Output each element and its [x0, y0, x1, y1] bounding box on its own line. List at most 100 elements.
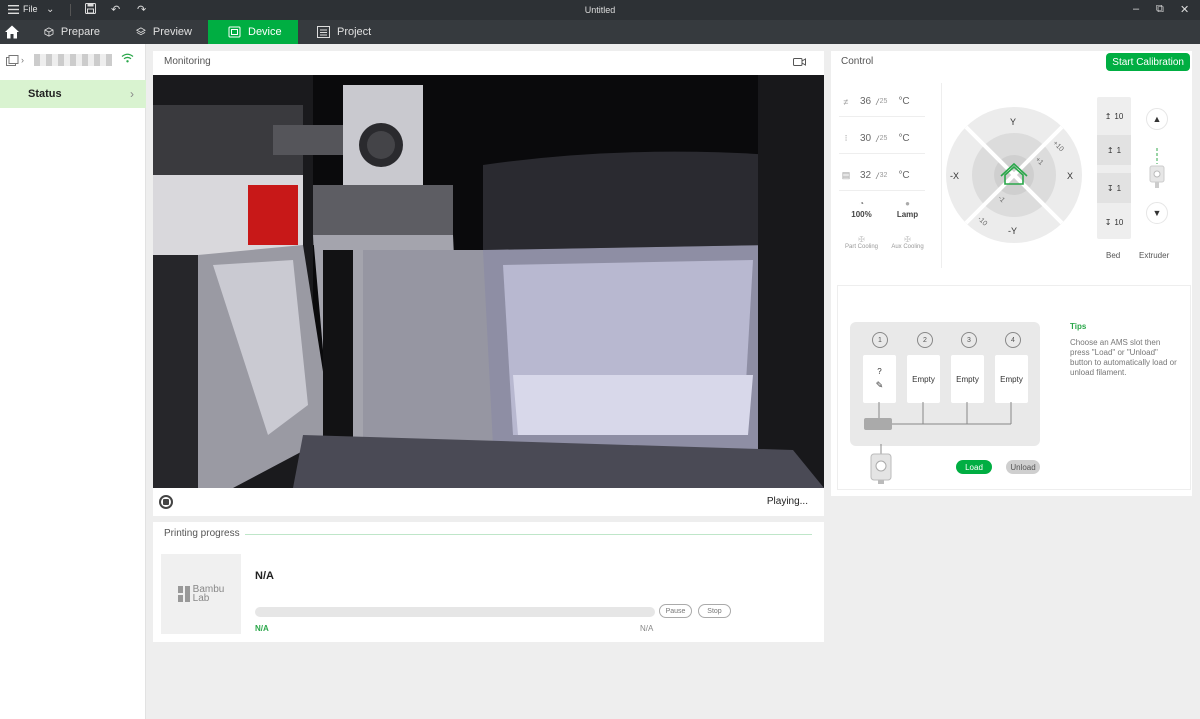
- start-calibration-button[interactable]: Start Calibration: [1106, 53, 1190, 71]
- tips-text: Choose an AMS slot then press "Load" or …: [1070, 338, 1177, 377]
- project-doc-icon: [317, 26, 330, 38]
- temp-slash: /: [876, 96, 879, 107]
- xy-jog-pad[interactable]: [946, 107, 1082, 243]
- home-icon[interactable]: [4, 24, 20, 40]
- device-name-redacted: [34, 54, 112, 66]
- lamp-icon: ●: [905, 199, 910, 208]
- fan-icon: ✠: [858, 235, 865, 244]
- speed-button[interactable]: ◔ 100%: [839, 199, 884, 219]
- restore-icon[interactable]: ⧉: [1156, 3, 1164, 16]
- temp-unit: °C: [898, 133, 910, 144]
- jog-x-plus[interactable]: X: [1067, 171, 1073, 181]
- control-panel: Control Start Calibration ≠ 36 / 25 °C ⁝…: [831, 51, 1192, 496]
- ams-unit: 1 2 3 4 ? ✎ Empty Empty Empty: [850, 322, 1040, 446]
- extruder-up-button[interactable]: ▲: [1146, 108, 1168, 130]
- unload-button[interactable]: Unload: [1006, 460, 1040, 474]
- arrow-up-icon: ↥: [1106, 145, 1114, 155]
- speedometer-icon: ◔: [859, 199, 864, 208]
- temp-current: 32: [860, 170, 872, 181]
- slot-number-2: 2: [917, 332, 933, 348]
- chamber-temp-row[interactable]: ▤ 32 / 32 °C: [839, 161, 925, 191]
- device-icon: [228, 26, 241, 38]
- bed-step-label: 1: [1116, 183, 1122, 193]
- tab-project[interactable]: Project: [307, 20, 387, 44]
- arrow-down-icon: ↧: [1104, 217, 1112, 227]
- bambu-logo-mark: [177, 586, 190, 602]
- bed-step-label: 10: [1114, 217, 1124, 227]
- temp-target: 25: [879, 135, 888, 142]
- temp-current: 36: [860, 96, 872, 107]
- bed-down-10-button[interactable]: ↧ 10: [1097, 207, 1131, 237]
- ams-slot-2[interactable]: Empty: [907, 355, 940, 403]
- bed-step-label: 10: [1114, 111, 1124, 121]
- fan-icon: ✠: [904, 235, 911, 244]
- logo-text-line: Lab: [192, 593, 210, 604]
- ams-slot-1[interactable]: ? ✎: [863, 355, 896, 403]
- filament-path: [864, 402, 1012, 430]
- jog-x-minus[interactable]: -X: [950, 171, 959, 181]
- temperature-panel: ≠ 36 / 25 °C ⁝ 30 / 25 °C ▤ 32 / 32 °C ◔…: [839, 83, 929, 273]
- tab-label: Device: [248, 26, 282, 38]
- chevron-right-icon: ›: [130, 87, 134, 101]
- bed-down-1-button[interactable]: ↧ 1: [1097, 173, 1131, 203]
- aux-cooling-label: Aux Cooling: [891, 244, 924, 250]
- monitoring-panel: Monitoring Playing...: [153, 51, 824, 516]
- edit-icon: ✎: [875, 380, 884, 390]
- progress-title: Printing progress: [164, 528, 240, 539]
- heatbed-icon: ⁝: [844, 133, 848, 143]
- layers-icon: [136, 27, 146, 36]
- close-icon[interactable]: ✕: [1180, 3, 1189, 16]
- video-controls: Playing...: [153, 488, 824, 516]
- jog-y-plus[interactable]: Y: [1010, 117, 1016, 127]
- toolhead-icon: [870, 444, 892, 484]
- stop-button[interactable]: Stop: [698, 604, 731, 618]
- sidebar-item-status[interactable]: Status ›: [0, 80, 146, 108]
- aux-cooling-fan[interactable]: ✠ Aux Cooling: [885, 235, 930, 250]
- ams-panel: 1 2 3 4 ? ✎ Empty Empty Empty Tips Choos…: [837, 285, 1191, 490]
- bed-z-controls: ↥ 10 ↥ 1 ↧ 1 ↧ 10: [1097, 97, 1131, 239]
- tab-device[interactable]: Device: [208, 20, 298, 44]
- triangle-down-icon: ▼: [1152, 208, 1162, 218]
- ams-slot-4[interactable]: Empty: [995, 355, 1028, 403]
- device-selector[interactable]: ›: [6, 52, 140, 68]
- camera-icon[interactable]: [793, 57, 806, 67]
- slot-number-3: 3: [961, 332, 977, 348]
- bed-up-10-button[interactable]: ↥ 10: [1097, 101, 1131, 131]
- title-bar: File ⌄ ↶ ↷ Untitled – ⧉ ✕: [0, 0, 1200, 20]
- pause-button[interactable]: Pause: [659, 604, 692, 618]
- progress-bar: [255, 607, 655, 617]
- bambu-lab-logo: Bambu Lab: [177, 585, 224, 604]
- slot-label: ?: [877, 367, 882, 376]
- arrow-down-icon: ↧: [1106, 183, 1114, 193]
- main-tab-bar: Prepare Preview Device Project: [0, 20, 1200, 44]
- temp-current: 30: [860, 133, 872, 144]
- tab-preview[interactable]: Preview: [126, 20, 202, 44]
- tab-label: Preview: [152, 26, 192, 38]
- bed-up-1-button[interactable]: ↥ 1: [1097, 135, 1131, 165]
- jog-y-minus[interactable]: -Y: [1008, 226, 1017, 236]
- progress-percent: N/A: [255, 624, 269, 633]
- temp-slash: /: [876, 170, 879, 181]
- tab-label: Project: [337, 26, 372, 38]
- lamp-label: Lamp: [896, 210, 919, 219]
- bed-temp-row[interactable]: ⁝ 30 / 25 °C: [839, 124, 925, 154]
- tips-title: Tips: [1070, 322, 1087, 331]
- load-button[interactable]: Load: [956, 460, 992, 474]
- speed-value: 100%: [851, 210, 872, 219]
- bed-step-label: 1: [1116, 145, 1122, 155]
- stop-stream-button[interactable]: [159, 495, 173, 509]
- ams-slot-3[interactable]: Empty: [951, 355, 984, 403]
- lamp-button[interactable]: ● Lamp: [885, 199, 930, 219]
- monitoring-title: Monitoring: [164, 56, 211, 67]
- remaining-time: N/A: [640, 624, 654, 633]
- temp-slash: /: [876, 133, 879, 144]
- nozzle-temp-row[interactable]: ≠ 36 / 25 °C: [839, 87, 925, 117]
- print-thumbnail: Bambu Lab: [161, 554, 241, 634]
- minimize-icon[interactable]: –: [1133, 3, 1139, 15]
- extruder-down-button[interactable]: ▼: [1146, 202, 1168, 224]
- control-title: Control: [841, 56, 874, 67]
- tab-prepare[interactable]: Prepare: [34, 20, 110, 44]
- sidebar-item-label: Status: [28, 88, 62, 100]
- part-cooling-fan[interactable]: ✠ Part Cooling: [839, 235, 884, 250]
- extruder-icon: [1149, 148, 1165, 188]
